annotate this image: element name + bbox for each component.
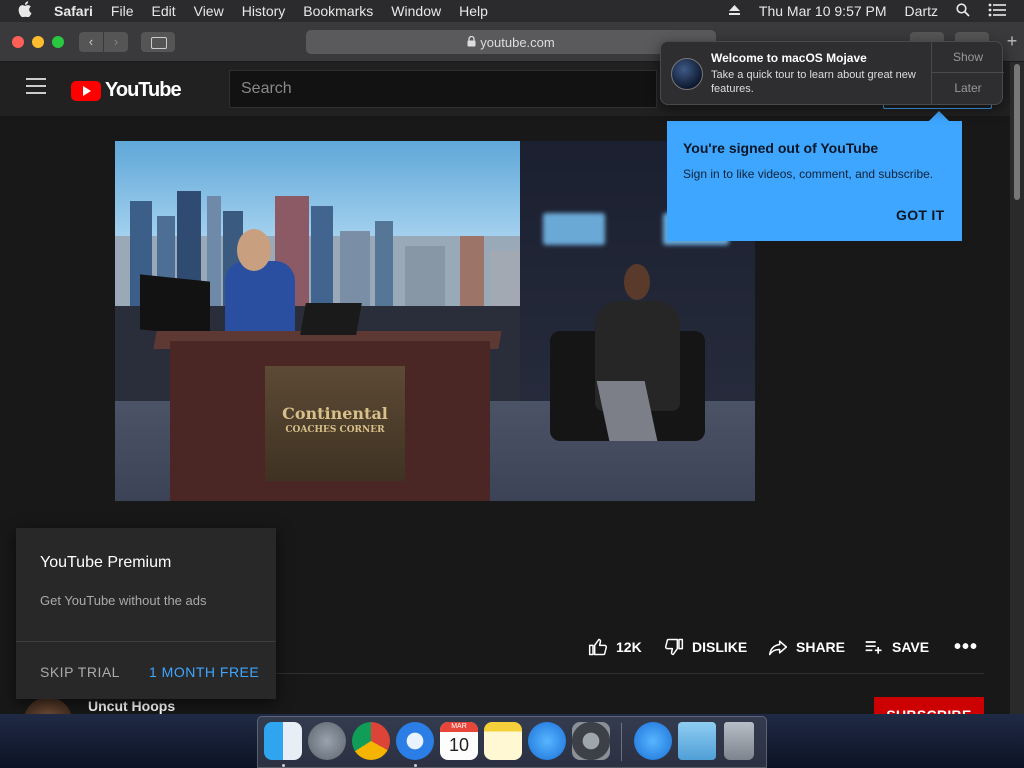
signed-out-title: You're signed out of YouTube (683, 140, 879, 156)
downloads-folder-icon[interactable] (678, 722, 716, 760)
desk-monitor (140, 274, 210, 337)
mojave-icon (671, 58, 703, 90)
page-scrollbar[interactable] (1010, 62, 1024, 714)
menu-view[interactable]: View (194, 3, 224, 19)
desk-laptop (300, 303, 362, 335)
new-tab-button[interactable]: + (1002, 32, 1022, 52)
url-text: youtube.com (480, 34, 555, 50)
running-indicator (414, 764, 417, 767)
back-button[interactable]: ‹ (79, 32, 103, 52)
apple-menu-icon[interactable] (18, 1, 40, 21)
desk-logo-panel: Continental COACHES CORNER (265, 366, 405, 481)
menu-bar: Safari File Edit View History Bookmarks … (0, 0, 1024, 22)
save-label: SAVE (892, 639, 930, 655)
fullscreen-window-button[interactable] (52, 36, 64, 48)
calendar-day: 10 (448, 735, 470, 755)
premium-title: YouTube Premium (40, 554, 172, 571)
app-store-folder-icon[interactable] (634, 722, 672, 760)
hamburger-menu-icon[interactable] (26, 78, 46, 96)
notification-title: Welcome to macOS Mojave (711, 51, 867, 65)
app-store-icon[interactable] (528, 722, 566, 760)
menu-history[interactable]: History (242, 3, 286, 19)
youtube-play-icon (71, 80, 101, 101)
premium-subtitle: Get YouTube without the ads (40, 593, 207, 608)
notification-buttons: Show Later (931, 42, 1004, 104)
share-video-button[interactable]: SHARE (768, 636, 845, 658)
dock-separator (621, 723, 622, 761)
thumbs-down-icon (664, 638, 684, 656)
premium-divider (16, 641, 276, 642)
skip-trial-button[interactable]: SKIP TRIAL (40, 664, 120, 680)
menu-file[interactable]: File (111, 3, 134, 19)
menu-help[interactable]: Help (459, 3, 488, 19)
chrome-icon[interactable] (352, 722, 390, 760)
forward-button[interactable]: › (104, 32, 128, 52)
desk-sub-text: COACHES CORNER (285, 425, 385, 435)
youtube-logo-text: YouTube (105, 79, 182, 101)
calendar-icon[interactable]: MAR 10 (440, 722, 478, 760)
lock-icon (467, 35, 476, 50)
notification-body: Take a quick tour to learn about great n… (711, 69, 916, 95)
trash-icon[interactable] (724, 722, 754, 760)
menu-user[interactable]: Dartz (905, 3, 938, 19)
notification-later-button[interactable]: Later (932, 73, 1004, 104)
address-bar[interactable]: youtube.com (306, 30, 716, 54)
spotlight-icon[interactable] (956, 2, 970, 20)
notification-center-icon[interactable] (988, 3, 1006, 20)
notes-icon[interactable] (484, 722, 522, 760)
dock: MAR 10 (257, 716, 767, 768)
launchpad-icon[interactable] (308, 722, 346, 760)
menu-clock[interactable]: Thu Mar 10 9:57 PM (759, 3, 887, 19)
share-arrow-icon (768, 640, 788, 656)
signed-out-subtitle: Sign in to like videos, comment, and sub… (683, 167, 934, 181)
share-label: SHARE (796, 639, 846, 655)
thumbs-up-icon (588, 638, 608, 656)
sidebar-toggle-button[interactable] (141, 32, 175, 52)
macos-notification[interactable]: Welcome to macOS Mojave Take a quick tou… (660, 41, 1004, 105)
search-input[interactable]: Search (229, 70, 657, 108)
guest-head (624, 264, 650, 300)
premium-promo-card: YouTube Premium Get YouTube without the … (16, 528, 276, 699)
eject-icon[interactable] (728, 3, 741, 19)
scrollbar-thumb[interactable] (1014, 64, 1020, 200)
youtube-logo[interactable]: YouTube (71, 79, 182, 102)
more-actions-icon[interactable]: ••• (954, 636, 978, 658)
menu-safari[interactable]: Safari (54, 3, 93, 19)
video-player[interactable]: Continental COACHES CORNER (115, 141, 755, 501)
like-count: 12K (616, 639, 642, 655)
channel-name[interactable]: Uncut Hoops (88, 698, 175, 714)
menu-bookmarks[interactable]: Bookmarks (303, 3, 373, 19)
calendar-month: MAR (440, 722, 478, 732)
menu-edit[interactable]: Edit (151, 3, 175, 19)
notification-show-button[interactable]: Show (932, 42, 1004, 73)
host-head (237, 229, 271, 271)
desk-brand-text: Continental (282, 404, 388, 423)
system-preferences-icon[interactable] (572, 722, 610, 760)
minimize-window-button[interactable] (32, 36, 44, 48)
like-button[interactable]: 12K (588, 636, 642, 658)
safari-icon[interactable] (396, 722, 434, 760)
month-free-button[interactable]: 1 MONTH FREE (149, 664, 259, 680)
dislike-button[interactable]: DISLIKE (664, 636, 747, 658)
playlist-add-icon (865, 641, 882, 654)
running-indicator (282, 764, 285, 767)
close-window-button[interactable] (12, 36, 24, 48)
save-button[interactable]: SAVE (864, 636, 929, 658)
dislike-label: DISLIKE (692, 639, 748, 655)
menu-window[interactable]: Window (391, 3, 441, 19)
signed-out-tooltip: You're signed out of YouTube Sign in to … (667, 111, 962, 241)
got-it-button[interactable]: GOT IT (896, 207, 944, 223)
finder-icon[interactable] (264, 722, 302, 760)
studio-screen (543, 213, 605, 245)
